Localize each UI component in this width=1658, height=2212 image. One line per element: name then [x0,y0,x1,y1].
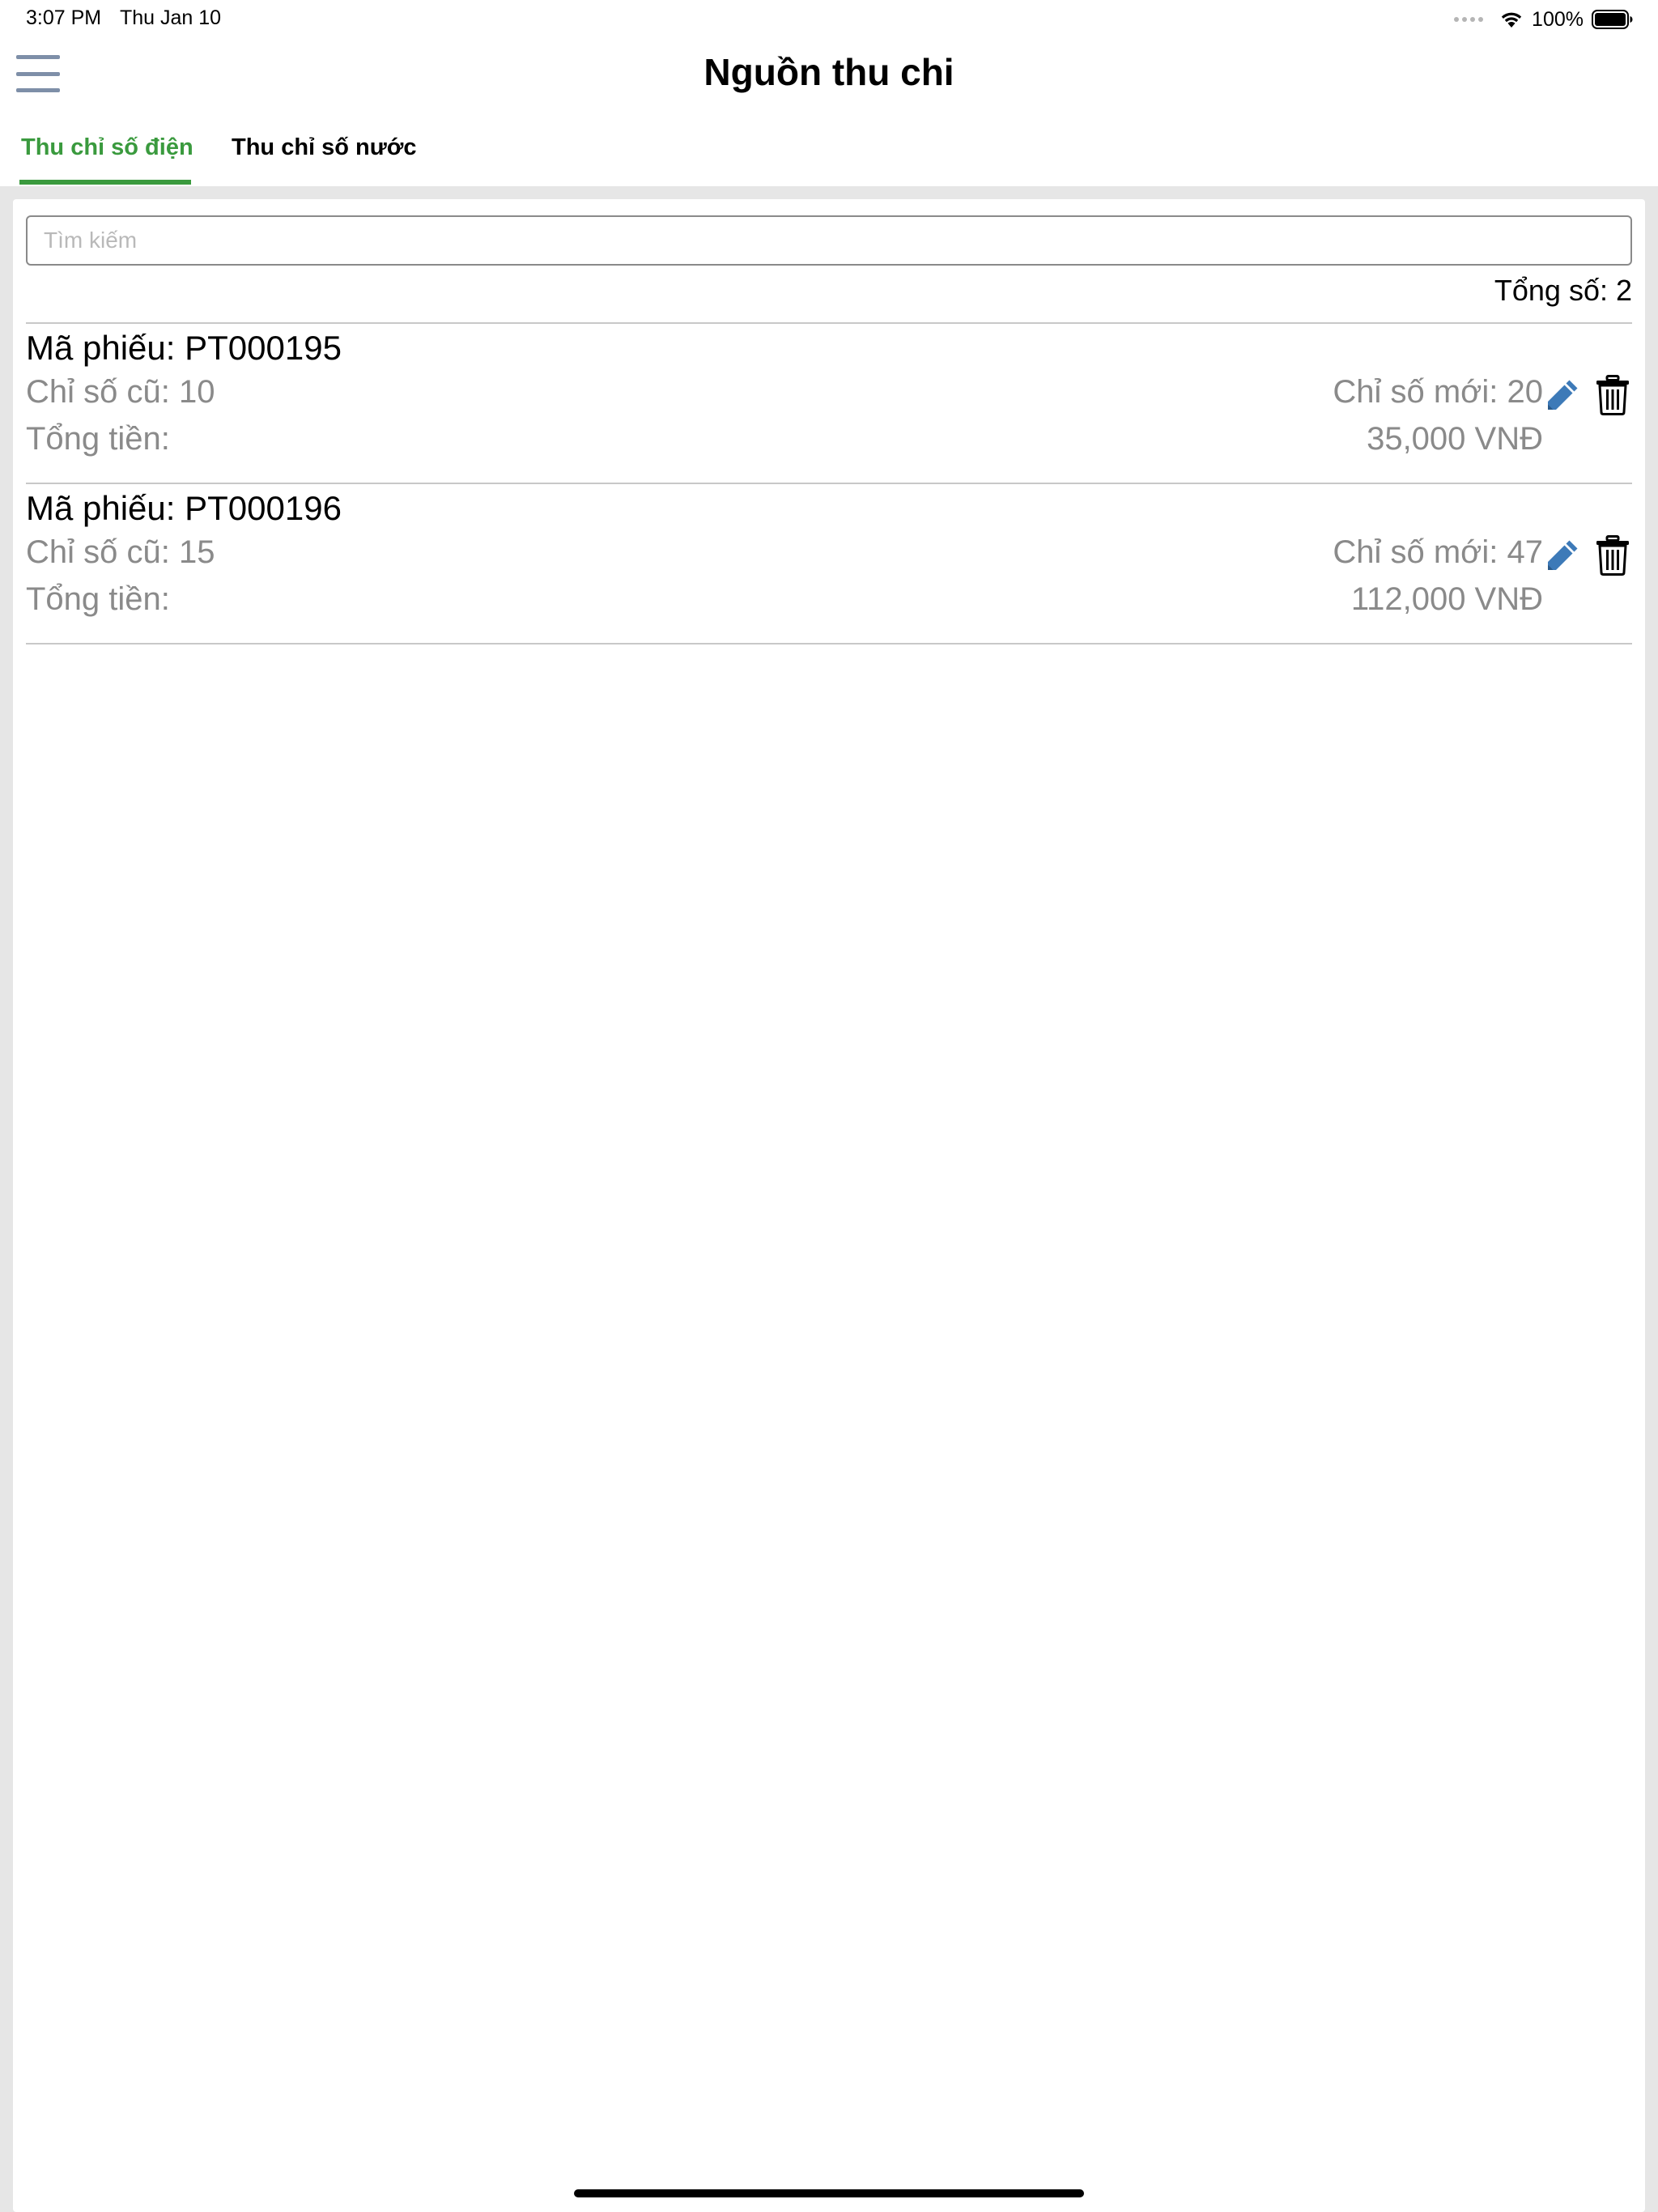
total-count: Tổng số: 2 [1494,274,1632,307]
old-reading: Chỉ số cũ: 10 [26,374,215,410]
wifi-icon [1501,12,1522,28]
content-frame: Tổng số: 2 Mã phiếu: PT000195 Chỉ số cũ:… [0,186,1658,2212]
status-time: 3:07 PM [26,6,102,29]
total-amount-label: Tổng tiền: [26,421,170,457]
tab-electricity[interactable]: Thu chỉ số điện [21,134,193,161]
total-amount: 35,000 VNĐ [1367,421,1543,457]
status-indicators: 100% [1454,6,1634,32]
pencil-icon [1548,380,1578,410]
trash-icon [1596,535,1629,576]
content-panel: Tổng số: 2 Mã phiếu: PT000195 Chỉ số cũ:… [13,199,1645,2212]
status-bar: 3:07 PM Thu Jan 10 100% [0,0,1658,37]
app-screen: 3:07 PM Thu Jan 10 100% Nguồn thu chi Th… [0,0,1658,2212]
total-amount: 112,000 VNĐ [1350,581,1543,617]
new-reading: Chỉ số mới: 20 [1333,374,1543,410]
delete-button[interactable] [1593,374,1632,416]
receipt-code: Mã phiếu: PT000196 [26,489,342,527]
battery-percent: 100% [1532,7,1584,31]
status-date: Thu Jan 10 [120,6,222,29]
active-tab-indicator [19,180,191,185]
page-title: Nguồn thu chi [704,51,954,93]
delete-button[interactable] [1593,534,1632,576]
home-indicator[interactable] [574,2189,1084,2197]
signal-dots-icon [1454,17,1484,22]
new-reading: Chỉ số mới: 47 [1333,534,1543,570]
tab-bar: Thu chỉ số điện Thu chỉ số nước [0,110,1658,186]
edit-button[interactable] [1543,376,1582,415]
total-amount-label: Tổng tiền: [26,581,170,617]
nav-header: Nguồn thu chi [0,37,1658,110]
search-input[interactable] [26,215,1632,266]
list-item[interactable]: Mã phiếu: PT000195 Chỉ số cũ: 10 Tổng ti… [26,324,1632,484]
trash-icon [1596,375,1629,415]
receipt-code: Mã phiếu: PT000195 [26,329,342,367]
old-reading: Chỉ số cũ: 15 [26,534,215,570]
pencil-icon [1548,540,1578,570]
receipt-list: Mã phiếu: PT000195 Chỉ số cũ: 10 Tổng ti… [26,322,1632,644]
tab-water[interactable]: Thu chỉ số nước [232,134,417,161]
battery-icon [1592,10,1633,29]
list-item[interactable]: Mã phiếu: PT000196 Chỉ số cũ: 15 Tổng ti… [26,484,1632,644]
edit-button[interactable] [1543,536,1582,575]
